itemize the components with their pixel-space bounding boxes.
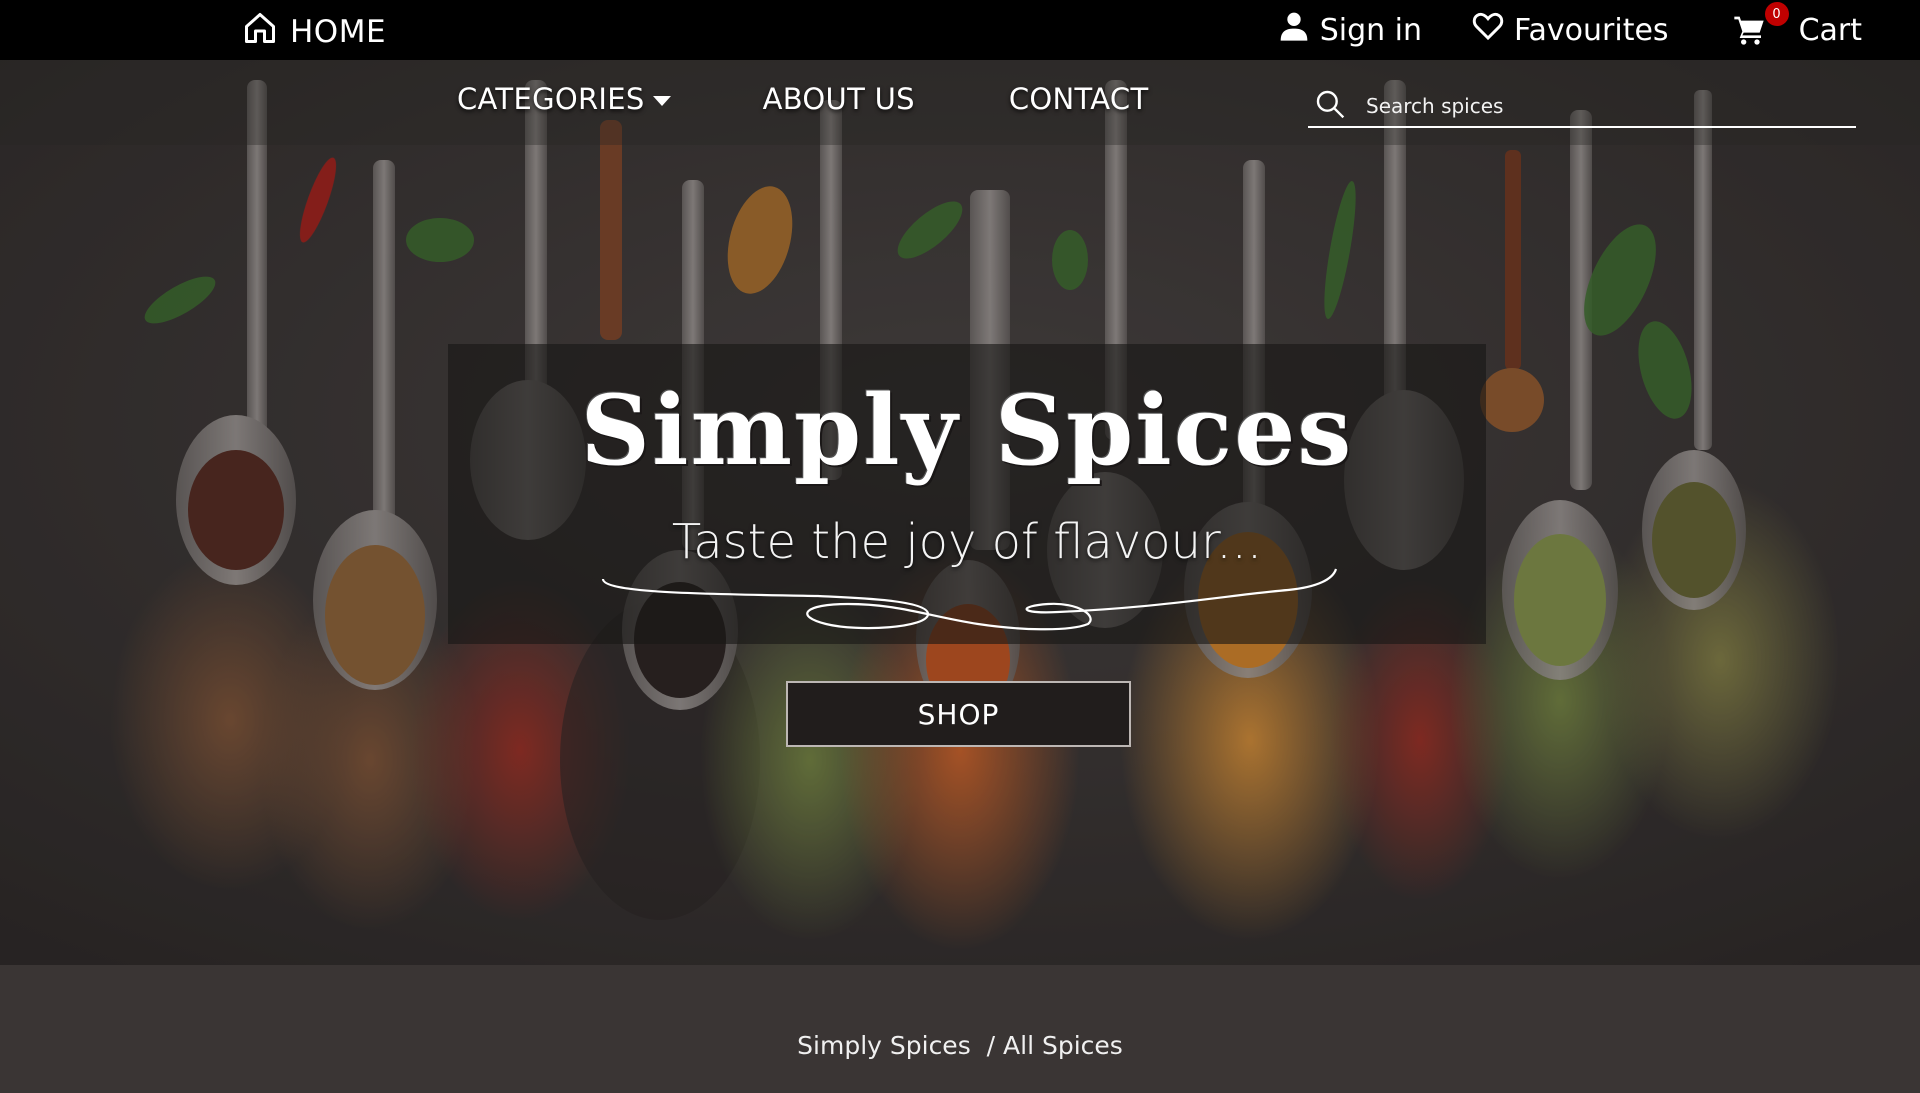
favourites-label: Favourites: [1514, 12, 1669, 48]
cart-icon: 0: [1733, 2, 1789, 46]
nav-categories-label: CATEGORIES: [457, 82, 645, 116]
caret-down-icon: [652, 96, 671, 106]
nav-about-us-label: ABOUT US: [762, 82, 915, 116]
shop-button[interactable]: SHOP: [786, 681, 1131, 747]
home-label: HOME: [290, 14, 387, 50]
cart-label: Cart: [1798, 12, 1862, 48]
brand-title: Simply Spices: [580, 374, 1354, 487]
search-input[interactable]: [1366, 94, 1836, 118]
breadcrumb-root[interactable]: Simply Spices: [797, 1031, 971, 1060]
account-links: Sign in Favourites 0 Cart: [1278, 2, 1862, 50]
search-bar: [1308, 86, 1856, 128]
hero-title-card: Simply Spices Taste the joy of flavour..…: [448, 344, 1486, 644]
heart-icon: [1472, 10, 1504, 50]
home-link[interactable]: HOME: [242, 10, 386, 54]
flourish-decoration: [601, 568, 1338, 631]
cart-link[interactable]: 0 Cart: [1733, 2, 1862, 48]
sign-in-label: Sign in: [1319, 12, 1423, 48]
search-icon[interactable]: [1308, 88, 1346, 124]
main-nav: CATEGORIES ABOUT US CONTACT: [0, 60, 1920, 145]
breadcrumb-current: / All Spices: [986, 1031, 1123, 1060]
breadcrumb-band: Simply Spices / All Spices: [0, 965, 1920, 1093]
nav-categories[interactable]: CATEGORIES: [457, 82, 671, 116]
hero-banner: CATEGORIES ABOUT US CONTACT Simply Spice…: [0, 60, 1920, 965]
top-bar: HOME Sign in Favourites 0 Cart: [0, 0, 1920, 60]
user-icon: [1278, 10, 1310, 50]
breadcrumb: Simply Spices / All Spices: [0, 1031, 1920, 1060]
cart-count-badge: 0: [1764, 2, 1789, 26]
home-icon: [242, 10, 278, 54]
nav-contact[interactable]: CONTACT: [1009, 82, 1149, 116]
sign-in-link[interactable]: Sign in: [1278, 10, 1422, 50]
favourites-link[interactable]: Favourites: [1472, 10, 1669, 50]
nav-contact-label: CONTACT: [1008, 82, 1149, 116]
nav-links: CATEGORIES ABOUT US CONTACT: [457, 82, 1148, 116]
nav-about-us[interactable]: ABOUT US: [763, 82, 915, 116]
